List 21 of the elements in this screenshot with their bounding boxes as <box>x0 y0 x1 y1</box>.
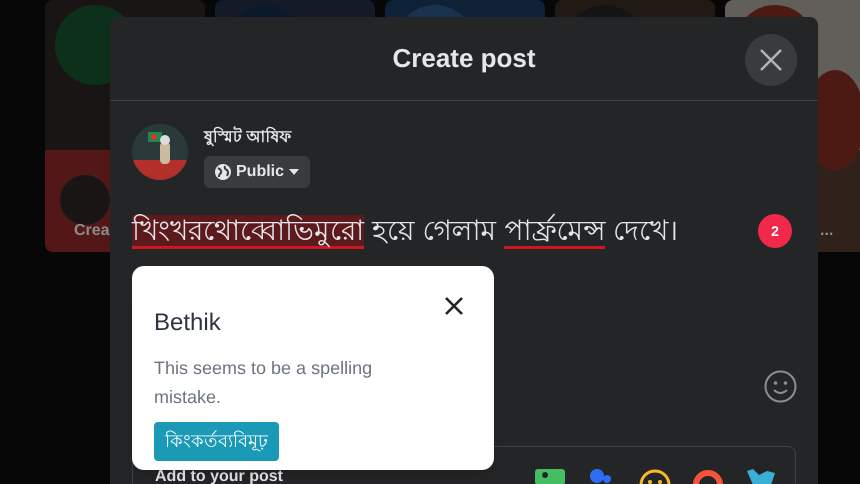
close-button[interactable] <box>444 296 464 316</box>
post-text[interactable]: খিংখরথোব্বোভিমুরো হয়ে গেলাম পার্ফ্রমেন্স দেখে। <box>132 210 678 252</box>
close-button[interactable] <box>745 34 797 86</box>
smiley-icon[interactable] <box>639 469 671 484</box>
error-count-badge[interactable]: 2 <box>758 214 792 248</box>
author-name: ষুস্মিট আষিফ <box>204 126 310 150</box>
flag-icon[interactable] <box>745 469 777 484</box>
audience-button[interactable]: Public <box>204 156 310 188</box>
close-icon <box>445 297 463 315</box>
photo-icon[interactable] <box>535 469 565 484</box>
emoji-icon[interactable] <box>764 370 797 403</box>
close-icon <box>759 48 783 72</box>
story-label: Crea <box>74 221 110 241</box>
popup-message: This seems to be a spelling mistake. <box>153 357 374 409</box>
story-label: ... <box>820 221 834 241</box>
add-to-post-label: Add to your post <box>155 469 283 484</box>
dialog-title: Create post <box>392 42 536 75</box>
globe-icon <box>215 164 231 180</box>
popup-title: Bethik <box>154 308 221 338</box>
location-pin-icon[interactable] <box>693 469 723 484</box>
caret-icon <box>289 169 300 175</box>
